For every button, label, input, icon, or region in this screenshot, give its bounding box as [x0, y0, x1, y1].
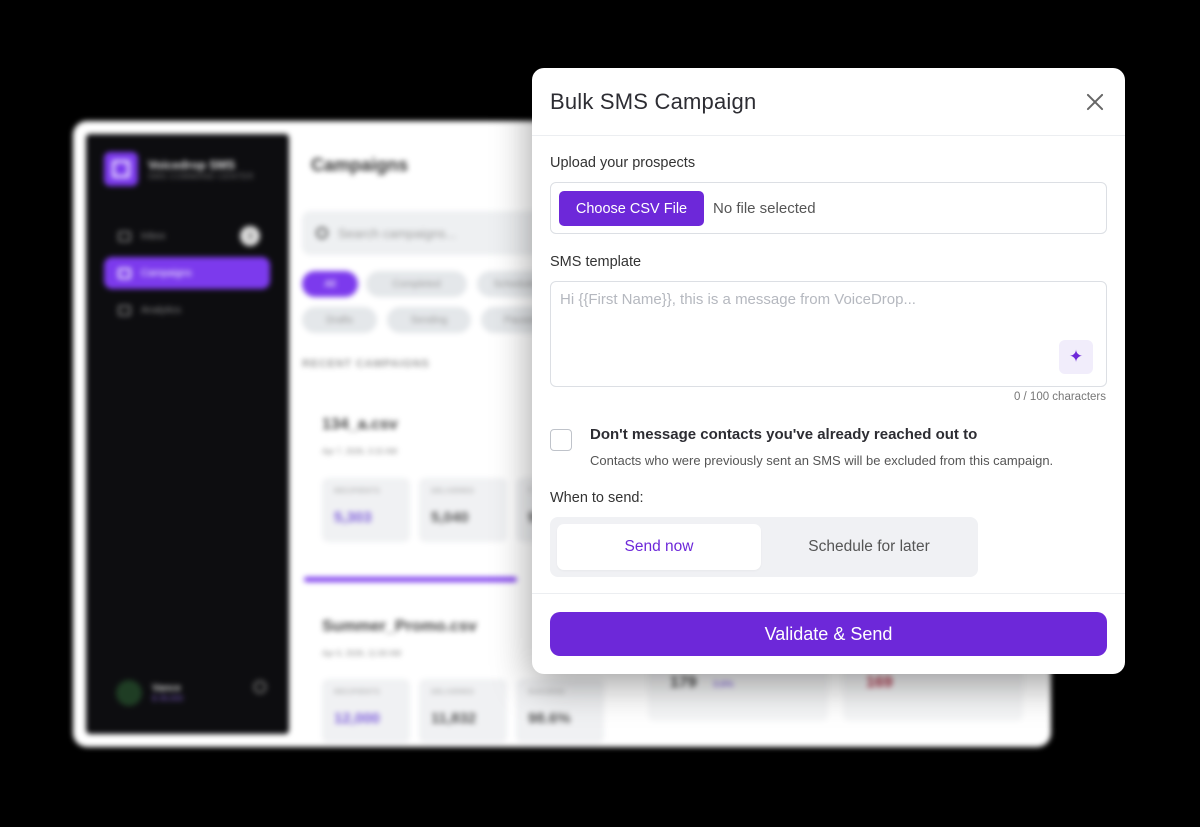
user-name: Vance — [152, 683, 181, 694]
schedule-later-option[interactable]: Schedule for later — [764, 524, 974, 570]
sidebar-item-label: Analytics — [141, 304, 182, 316]
sidebar-item-label: Campaigns — [141, 267, 192, 279]
analytics-icon — [118, 304, 131, 316]
sidebar-item-label: Inbox — [141, 230, 166, 242]
bulk-sms-modal: Bulk SMS Campaign Upload your prospects … — [532, 68, 1125, 674]
brand: Voicedrop SMS SMS COMMAND CENTER — [104, 152, 254, 186]
sidebar: Voicedrop SMS SMS COMMAND CENTER Inbox 3… — [86, 134, 289, 734]
brand-logo — [104, 152, 138, 186]
user-credit: $ 39,000 — [152, 694, 184, 703]
stat-delivered: DELIVERED 11,832 — [419, 679, 507, 743]
dedupe-description: Contacts who were previously sent an SMS… — [590, 453, 1054, 468]
filter-chip-all[interactable]: All — [302, 271, 358, 297]
avatar — [116, 680, 142, 706]
footer-divider — [532, 593, 1125, 594]
brand-subtitle: SMS COMMAND CENTER — [148, 171, 254, 181]
section-label: RECENT CAMPAIGNS — [302, 358, 430, 370]
stat-recipients: RECIPIENTS 5,303 — [322, 478, 410, 542]
stat-recipients: RECIPIENTS 12,000 — [322, 679, 410, 743]
modal-header: Bulk SMS Campaign — [532, 68, 1125, 136]
replies-count: 179 — [670, 674, 697, 691]
opt-outs-count: 169 — [866, 674, 893, 691]
filter-chip-completed[interactable]: Completed — [366, 271, 467, 297]
replies-rate: 3.6% — [713, 679, 734, 689]
user-profile[interactable]: Vance $ 39,000 — [116, 680, 183, 706]
campaign-date: Apr 7, 2026, 3:15 AM — [322, 447, 398, 456]
stat-success: SUCCESS 98.6% — [516, 679, 604, 743]
upload-label: Upload your prospects — [550, 155, 696, 171]
sms-template-field: ✦ — [550, 281, 1107, 387]
gear-icon[interactable] — [253, 680, 267, 694]
sidebar-item-campaigns[interactable]: Campaigns — [104, 257, 270, 289]
close-icon[interactable] — [1085, 92, 1105, 112]
page-title: Campaigns — [311, 155, 409, 175]
sms-template-input[interactable] — [551, 282, 1106, 386]
sparkle-icon[interactable]: ✦ — [1059, 340, 1093, 374]
send-timing-toggle: Send now Schedule for later — [550, 517, 978, 577]
search-input[interactable]: Search campaigns... — [302, 211, 562, 255]
dedupe-checkbox[interactable] — [550, 429, 572, 451]
campaign-name[interactable]: 134_a.csv — [322, 416, 398, 434]
campaign-name[interactable]: Summer_Promo.csv — [322, 618, 477, 636]
inbox-count-badge: 3 — [240, 226, 260, 246]
dedupe-title: Don't message contacts you've already re… — [590, 426, 978, 443]
template-label: SMS template — [550, 254, 642, 270]
inbox-icon — [118, 230, 131, 242]
search-placeholder: Search campaigns... — [338, 225, 457, 241]
send-now-option[interactable]: Send now — [557, 524, 761, 570]
filter-chip-drafts[interactable]: Drafts — [302, 307, 377, 333]
campaign-date: Apr 6, 2026, 11:00 AM — [322, 649, 402, 658]
brand-name: Voicedrop SMS — [148, 157, 236, 172]
campaign-progress-bar — [304, 577, 517, 582]
sidebar-item-analytics[interactable]: Analytics — [104, 294, 270, 326]
validate-send-button[interactable]: Validate & Send — [550, 612, 1107, 656]
timing-label: When to send: — [550, 490, 644, 506]
stat-delivered: DELIVERED 5,040 — [419, 478, 507, 542]
campaigns-icon — [118, 267, 131, 279]
sidebar-item-inbox[interactable]: Inbox 3 — [104, 220, 270, 252]
character-count: 0 / 100 characters — [1013, 391, 1106, 403]
filter-chip-sending[interactable]: Sending — [387, 307, 471, 333]
choose-csv-button[interactable]: Choose CSV File — [559, 191, 704, 226]
modal-title: Bulk SMS Campaign — [550, 89, 757, 114]
file-status: No file selected — [713, 200, 816, 217]
search-icon — [316, 227, 328, 239]
file-upload-field[interactable]: Choose CSV File No file selected — [550, 182, 1107, 234]
